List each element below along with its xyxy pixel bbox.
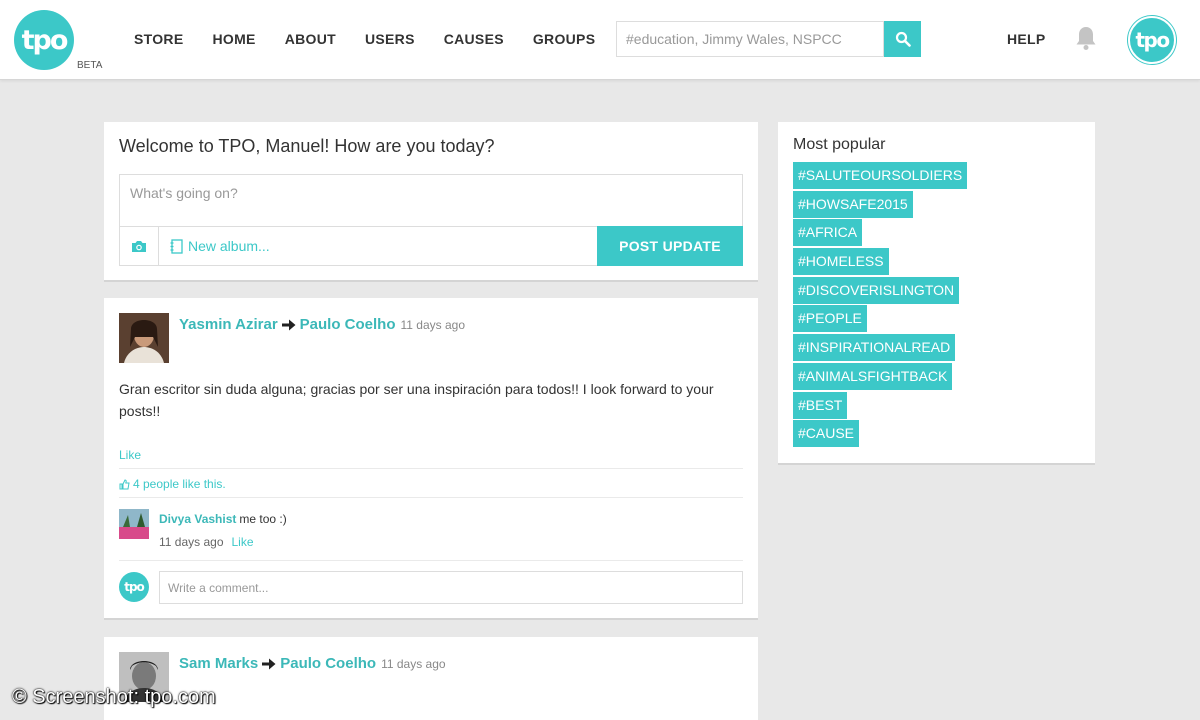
status-composer: Welcome to TPO, Manuel! How are you toda… xyxy=(104,122,758,282)
comment-like-button[interactable]: Like xyxy=(232,535,254,549)
post-header: Sam Marks Paulo Coelho 11 days ago xyxy=(179,655,446,672)
comment-timestamp: 11 days ago xyxy=(159,535,224,549)
nav-about[interactable]: ABOUT xyxy=(285,31,336,47)
hashtag-link[interactable]: #ANIMALSFIGHTBACK xyxy=(793,362,953,390)
feed-post: Yasmin Azirar Paulo Coelho 11 days ago G… xyxy=(104,298,758,620)
top-header: tpo BETA STORE HOME ABOUT USERS CAUSES G… xyxy=(0,0,1200,80)
commenter-photo[interactable] xyxy=(119,509,149,539)
user-avatar[interactable]: tpo xyxy=(1128,16,1176,64)
hashtag-link[interactable]: #AFRICA xyxy=(793,219,863,247)
comment-body: me too :) xyxy=(239,512,287,526)
nav-causes[interactable]: CAUSES xyxy=(444,31,504,47)
post-target-link[interactable]: Paulo Coelho xyxy=(300,316,396,333)
welcome-message: Welcome to TPO, Manuel! How are you toda… xyxy=(119,136,495,156)
hashtag-link[interactable]: #SALUTEOURSOLDIERS xyxy=(793,162,968,189)
divider xyxy=(119,560,743,561)
post-timestamp: 11 days ago xyxy=(400,318,466,332)
comment-text: Divya Vashist me too :) xyxy=(159,512,287,526)
screenshot-watermark: © Screenshot: tpo.com xyxy=(12,686,216,708)
most-popular-title: Most popular xyxy=(793,136,886,153)
search-input[interactable] xyxy=(616,21,884,57)
hashtag-link[interactable]: #HOMELESS xyxy=(793,248,889,276)
nav-store[interactable]: STORE xyxy=(134,31,183,47)
arrow-right-icon xyxy=(281,319,296,330)
arrow-right-icon xyxy=(262,658,276,669)
comment-meta: 11 days ago Like xyxy=(159,535,254,549)
author-photo[interactable] xyxy=(119,313,169,363)
add-photo-button[interactable] xyxy=(120,227,159,265)
beta-label: BETA xyxy=(77,60,103,71)
likes-count[interactable]: 4 people like this. xyxy=(119,477,226,491)
post-author-link[interactable]: Yasmin Azirar xyxy=(179,316,278,333)
bell-icon[interactable] xyxy=(1074,25,1098,51)
hashtag-link[interactable]: #PEOPLE xyxy=(793,305,867,333)
post-update-button[interactable]: POST UPDATE xyxy=(597,226,743,266)
nav-groups[interactable]: GROUPS xyxy=(533,31,595,47)
thumbs-up-icon xyxy=(119,478,130,489)
hashtag-link[interactable]: #DISCOVERISLINGTON xyxy=(793,276,960,304)
main-nav: STORE HOME ABOUT USERS CAUSES GROUPS xyxy=(120,0,610,78)
commenter-link[interactable]: Divya Vashist xyxy=(159,512,236,526)
new-album-label: New album... xyxy=(188,238,270,254)
hashtag-link[interactable]: #INSPIRATIONALREAD xyxy=(793,334,956,362)
help-link[interactable]: HELP xyxy=(1007,31,1046,47)
album-icon xyxy=(170,238,183,254)
tpo-logo[interactable]: tpo xyxy=(14,10,74,70)
divider xyxy=(119,497,743,498)
my-avatar: tpo xyxy=(119,572,149,602)
search-button[interactable] xyxy=(884,21,921,57)
camera-icon xyxy=(132,240,146,252)
likes-count-text: 4 people like this. xyxy=(133,477,226,491)
like-button[interactable]: Like xyxy=(119,448,141,462)
new-album-button[interactable]: New album... xyxy=(170,238,270,254)
tag-list: #SALUTEOURSOLDIERS #HOWSAFE2015 #AFRICA … xyxy=(793,162,1083,449)
nav-users[interactable]: USERS xyxy=(365,31,415,47)
post-timestamp: 11 days ago xyxy=(381,657,446,671)
hashtag-link[interactable]: #CAUSE xyxy=(793,420,860,448)
most-popular-panel: Most popular #SALUTEOURSOLDIERS #HOWSAFE… xyxy=(778,122,1095,465)
status-input[interactable] xyxy=(119,174,743,226)
post-header: Yasmin Azirar Paulo Coelho 11 days ago xyxy=(179,316,465,333)
composer-toolbar: New album... POST UPDATE xyxy=(119,226,743,266)
comment-input[interactable] xyxy=(159,571,743,604)
search-icon xyxy=(895,31,911,47)
post-body: Gran escritor sin duda alguna; gracias p… xyxy=(119,381,714,419)
hashtag-link[interactable]: #BEST xyxy=(793,391,848,419)
nav-home[interactable]: HOME xyxy=(212,31,255,47)
post-target-link[interactable]: Paulo Coelho xyxy=(280,655,376,672)
post-author-link[interactable]: Sam Marks xyxy=(179,655,258,672)
divider xyxy=(119,468,743,469)
hashtag-link[interactable]: #HOWSAFE2015 xyxy=(793,190,913,218)
